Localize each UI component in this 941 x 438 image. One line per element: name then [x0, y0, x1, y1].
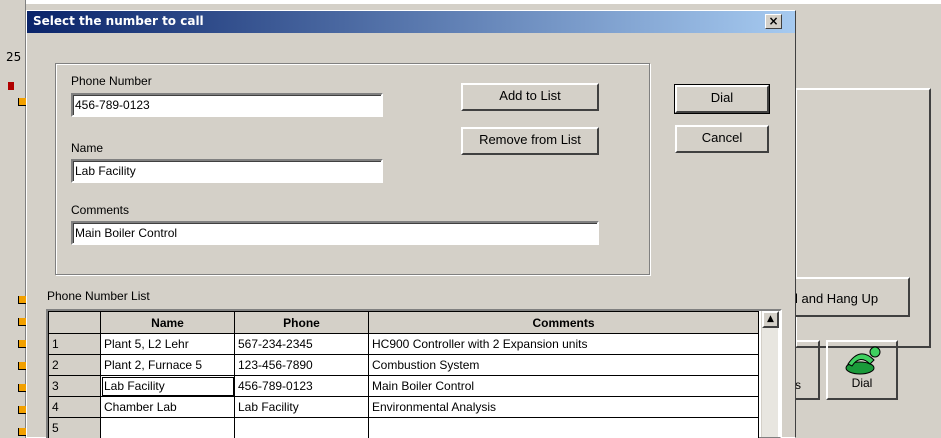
tree-marker	[8, 82, 14, 90]
row-number[interactable]: 3	[48, 375, 101, 397]
cell-phone[interactable]	[234, 417, 369, 438]
row-number[interactable]: 4	[48, 396, 101, 418]
background-tree-panel: 25	[0, 0, 26, 438]
dialog-title-bar[interactable]: Select the number to call ×	[27, 11, 795, 33]
column-header-phone[interactable]: Phone	[234, 311, 369, 334]
table-header-row: Name Phone Comments	[48, 311, 759, 334]
tree-node-icon	[18, 98, 26, 106]
table-row[interactable]: 2 Plant 2, Furnace 5 123-456-7890 Combus…	[48, 354, 759, 376]
scroll-up-arrow-icon[interactable]: ▲	[762, 311, 779, 328]
background-dial-button[interactable]: Dial	[826, 340, 898, 400]
tree-node-icon	[18, 406, 26, 414]
cell-name[interactable]: Plant 5, L2 Lehr	[100, 333, 235, 355]
row-number[interactable]: 1	[48, 333, 101, 355]
cell-phone[interactable]: 567-234-2345	[234, 333, 369, 355]
table-vertical-scrollbar[interactable]: ▲	[761, 311, 779, 437]
comments-label: Comments	[71, 203, 130, 217]
tree-node-icon	[18, 318, 26, 326]
phone-number-label: Phone Number	[71, 74, 152, 88]
name-label: Name	[71, 141, 104, 155]
cell-name[interactable]: Chamber Lab	[100, 396, 235, 418]
phone-number-input[interactable]: 456-789-0123	[71, 93, 383, 117]
cell-comments[interactable]: HC900 Controller with 2 Expansion units	[368, 333, 759, 355]
phone-number-list-label: Phone Number List	[47, 289, 150, 303]
remove-from-list-button[interactable]: Remove from List	[461, 127, 599, 155]
row-number[interactable]: 5	[48, 417, 101, 438]
table-row[interactable]: 1 Plant 5, L2 Lehr 567-234-2345 HC900 Co…	[48, 333, 759, 355]
add-to-list-button[interactable]: Add to List	[461, 83, 599, 111]
cell-comments[interactable]: Main Boiler Control	[368, 375, 759, 397]
cell-phone[interactable]: Lab Facility	[234, 396, 369, 418]
tree-node-icon	[18, 340, 26, 348]
cell-comments[interactable]: Environmental Analysis	[368, 396, 759, 418]
dial-button[interactable]: Dial	[674, 84, 770, 114]
phone-number-table: Name Phone Comments 1 Plant 5, L2 Lehr 5…	[46, 309, 782, 438]
cell-name-selected[interactable]: Lab Facility	[100, 375, 235, 397]
name-input[interactable]: Lab Facility	[71, 159, 383, 183]
row-number[interactable]: 2	[48, 354, 101, 376]
tree-label: 25	[6, 50, 22, 64]
cancel-button[interactable]: Cancel	[675, 125, 769, 153]
cell-comments[interactable]	[368, 417, 759, 438]
column-header-comments[interactable]: Comments	[368, 311, 759, 334]
row-number-header	[48, 311, 101, 334]
column-header-name[interactable]: Name	[100, 311, 235, 334]
table-row[interactable]: 5	[48, 417, 759, 438]
telephone-icon	[845, 346, 881, 375]
close-icon: ×	[768, 14, 779, 28]
background-dial-label: Dial	[851, 376, 873, 390]
cell-comments[interactable]: Combustion System	[368, 354, 759, 376]
hang-up-button[interactable]: l and Hang Up	[785, 277, 910, 317]
tree-node-icon	[18, 296, 26, 304]
cell-phone[interactable]: 456-789-0123	[234, 375, 369, 397]
phone-number-grid: Name Phone Comments 1 Plant 5, L2 Lehr 5…	[48, 311, 759, 438]
tree-node-icon	[18, 428, 26, 436]
dialog-title: Select the number to call	[33, 14, 204, 28]
comments-input[interactable]: Main Boiler Control	[71, 221, 599, 245]
cell-phone[interactable]: 123-456-7890	[234, 354, 369, 376]
cell-name[interactable]	[100, 417, 235, 438]
table-row[interactable]: 3 Lab Facility 456-789-0123 Main Boiler …	[48, 375, 759, 397]
select-number-dialog: Select the number to call × Phone Number…	[26, 10, 796, 438]
close-button[interactable]: ×	[765, 14, 782, 29]
tree-node-icon	[18, 384, 26, 392]
table-row[interactable]: 4 Chamber Lab Lab Facility Environmental…	[48, 396, 759, 418]
tree-node-icon	[18, 362, 26, 370]
cell-name[interactable]: Plant 2, Furnace 5	[100, 354, 235, 376]
